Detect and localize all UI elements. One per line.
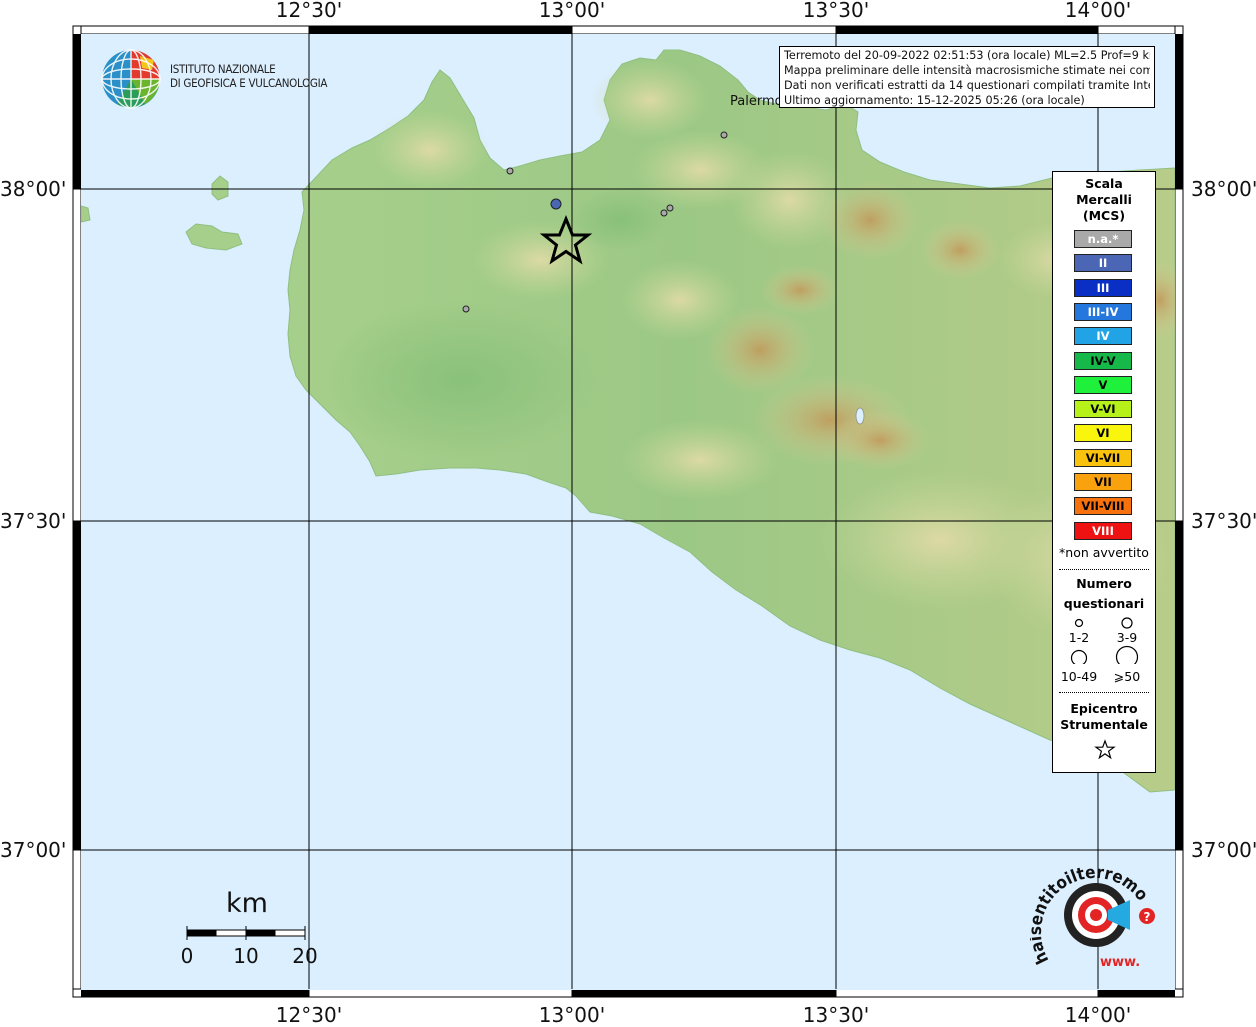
- epicenter-title-line: Strumentale: [1060, 717, 1148, 732]
- legend: Scala Mercalli (MCS) n.a.* II III III-IV IV I…: [1052, 171, 1156, 773]
- intensity-swatch: VI: [1074, 424, 1132, 443]
- lon-label: 12°30': [275, 1003, 343, 1027]
- intensity-swatch: VII: [1074, 473, 1132, 491]
- intensity-swatch: II: [1074, 254, 1132, 273]
- intensity-swatch: VII-VIII: [1074, 497, 1132, 516]
- legend-divider: [1059, 569, 1149, 570]
- intensity-swatch: n.a.*: [1074, 230, 1132, 248]
- observation-point: [462, 305, 470, 313]
- question-mark: ?: [1144, 910, 1151, 924]
- epicenter-star-icon: [1094, 739, 1116, 760]
- intensity-swatch: V-VI: [1074, 400, 1132, 419]
- lat-label: 37°00': [1191, 838, 1256, 862]
- event-info-line: Ultimo aggiornamento: 15-12-2025 05:26 (…: [784, 94, 1085, 107]
- lon-label: 14°00': [1064, 0, 1132, 22]
- lat-label: 37°30': [1191, 509, 1256, 533]
- observation-point: [506, 167, 514, 175]
- not-felt-note: *non avvertito: [1059, 545, 1149, 560]
- observation-point: [550, 198, 562, 210]
- count-symbol-large: [1070, 649, 1088, 664]
- count-label: 10-49: [1060, 669, 1098, 684]
- count-symbol-xlarge: [1115, 645, 1139, 664]
- legend-title-line: Scala: [1085, 176, 1123, 191]
- legend-title: Scala Mercalli (MCS): [1053, 176, 1155, 224]
- observation-point: [720, 131, 728, 139]
- scalebar-unit: km: [226, 888, 268, 919]
- observation-point: [660, 209, 668, 217]
- count-title-line: questionari: [1063, 596, 1145, 611]
- ingv-name-line: DI GEOFISICA E VULCANOLOGIA: [170, 75, 328, 90]
- scalebar-tick: 20: [292, 944, 318, 968]
- count-symbol-small: [1074, 618, 1084, 628]
- lon-label: 13°30': [802, 0, 870, 22]
- lat-label: 38°00': [0, 177, 67, 201]
- scalebar-tick: 10: [233, 944, 259, 968]
- epicenter-title-line: Epicentro: [1070, 701, 1138, 716]
- legend-title-line: Mercalli: [1076, 192, 1132, 207]
- intensity-swatch: III: [1074, 278, 1132, 297]
- lat-label: 37°00': [0, 838, 67, 862]
- lake: [855, 407, 865, 425]
- event-info-line: Dati non verificati estratti da 14 quest…: [784, 79, 1150, 92]
- count-title-line: Numero: [1076, 576, 1132, 591]
- intensity-swatch: III-IV: [1074, 302, 1132, 321]
- lat-label: 37°30': [0, 509, 67, 533]
- epicenter-title: Epicentro Strumentale: [1053, 701, 1155, 733]
- hsit-www: www.: [1100, 955, 1140, 970]
- lon-label: 14°00': [1064, 1003, 1132, 1027]
- place-label-palermo: Palermo: [730, 94, 783, 109]
- intensity-swatch: V: [1074, 375, 1132, 394]
- count-label: ⩾50: [1113, 669, 1141, 684]
- lat-label: 38°00': [1191, 177, 1256, 201]
- count-symbol-medium: [1121, 617, 1133, 629]
- intensity-swatch: IV-V: [1074, 351, 1132, 370]
- ingv-name-line: ISTITUTO NAZIONALE: [170, 62, 276, 76]
- scalebar-tick: 0: [180, 944, 194, 968]
- count-label: 3-9: [1116, 630, 1138, 645]
- globe-icon: [101, 49, 161, 109]
- lon-label: 13°30': [802, 1003, 870, 1027]
- event-info-line: Terremoto del 20-09-2022 02:51:53 (ora l…: [784, 49, 1150, 62]
- scalebar: [186, 926, 306, 940]
- observation-point: [666, 204, 674, 212]
- ingv-name: ISTITUTO NAZIONALE DI GEOFISICA E VULCAN…: [170, 62, 328, 90]
- legend-divider: [1059, 692, 1149, 693]
- intensity-swatch: IV: [1074, 327, 1132, 346]
- lon-label: 12°30': [275, 0, 343, 22]
- event-info-box: Terremoto del 20-09-2022 02:51:53 (ora l…: [779, 46, 1155, 108]
- intensity-swatch: VI-VII: [1074, 448, 1132, 467]
- count-title: Numero questionari: [1053, 574, 1155, 614]
- lon-label: 13°00': [538, 0, 606, 22]
- hsit-logo: haisentitoilterremoto.it www. ?: [1030, 862, 1155, 970]
- lon-label: 13°00': [538, 1003, 606, 1027]
- legend-title-line: (MCS): [1082, 208, 1126, 223]
- target-icon: [1064, 883, 1130, 947]
- count-label: 1-2: [1068, 630, 1090, 645]
- event-info-line: Mappa preliminare delle intensità macros…: [784, 64, 1150, 77]
- intensity-swatch: VIII: [1074, 521, 1132, 540]
